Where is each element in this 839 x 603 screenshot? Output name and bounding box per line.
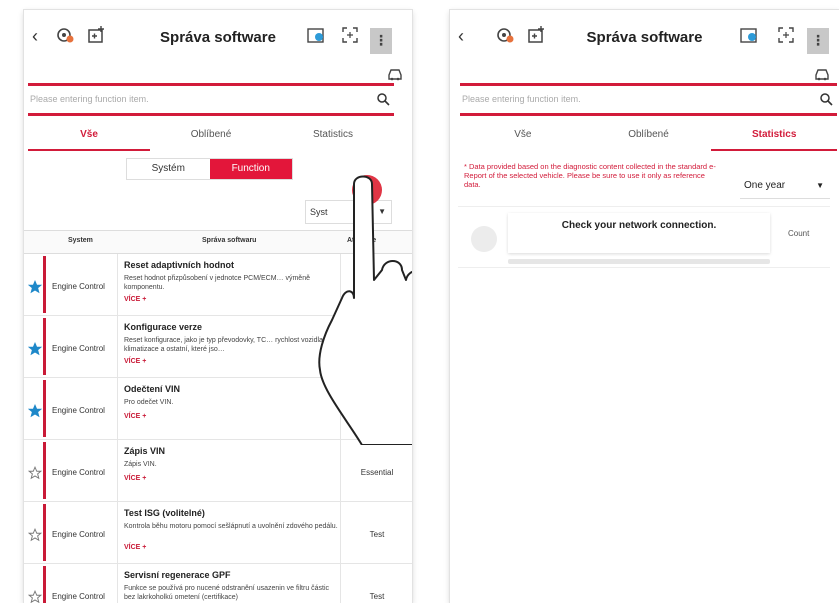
info-card-icon[interactable] — [738, 24, 760, 46]
row-function-name: Test ISG (volitelné) — [124, 508, 205, 518]
star-icon[interactable] — [28, 342, 42, 356]
row-accent-bar — [43, 566, 46, 603]
row-description: Zápis VIN. — [124, 461, 157, 468]
time-range-value: One year — [744, 180, 786, 191]
row-system: Engine Control — [52, 344, 105, 353]
tab-statistics[interactable]: Statistics — [272, 125, 394, 151]
row-system: Engine Control — [52, 406, 105, 415]
more-link[interactable]: VÍCE + — [124, 358, 146, 365]
row-accent-bar — [43, 380, 46, 437]
view-toggle: Systém Function — [126, 158, 293, 180]
star-icon[interactable] — [28, 404, 42, 418]
tab-bar: Vše Oblíbené Statistics — [28, 125, 394, 151]
row-accent-bar — [43, 504, 46, 561]
row-system: Engine Control — [52, 530, 105, 539]
network-message-box: Check your network connection. — [508, 213, 770, 253]
table-row[interactable]: Engine Control Test ISG (volitelné) Kontro… — [24, 502, 412, 564]
search-input[interactable]: Please entering function item. — [462, 94, 581, 104]
row-function-name: Konfigurace verze — [124, 322, 203, 332]
divider — [117, 502, 118, 563]
divider — [117, 440, 118, 501]
car-icon[interactable] — [813, 66, 831, 82]
tab-all[interactable]: Vše — [460, 125, 586, 151]
placeholder-avatar — [471, 226, 497, 252]
more-link[interactable]: VÍCE + — [124, 413, 146, 420]
more-icon[interactable]: ⋮ — [807, 28, 829, 54]
network-error-message: Check your network connection. — [561, 220, 717, 231]
row-attribute: Test — [369, 530, 385, 539]
more-icon[interactable]: ⋮ — [370, 28, 392, 54]
search-input[interactable]: Please entering function item. — [30, 94, 149, 104]
info-card-icon[interactable] — [305, 24, 327, 46]
row-system: Engine Control — [52, 592, 105, 601]
table-row[interactable]: Engine Control Zápis VIN Zápis VIN. VÍCE + E… — [24, 440, 412, 502]
column-system[interactable]: System — [68, 237, 93, 244]
tab-favorites[interactable]: Oblíbené — [150, 125, 272, 151]
count-label: Count — [788, 229, 810, 238]
statistics-card: Check your network connection. Count — [458, 206, 830, 268]
hand-pointer-icon — [318, 175, 412, 445]
row-accent-bar — [43, 318, 46, 375]
search-bar[interactable]: Please entering function item. — [28, 83, 394, 116]
more-link[interactable]: VÍCE + — [124, 296, 146, 303]
tab-statistics[interactable]: Statistics — [711, 125, 838, 151]
divider — [340, 502, 341, 563]
divider — [117, 254, 118, 315]
tab-favorites[interactable]: Oblíbené — [586, 125, 712, 151]
row-function-name: Zápis VIN — [124, 446, 166, 456]
row-function-name: Servisní regenerace GPF — [124, 570, 231, 580]
star-icon[interactable] — [28, 590, 42, 603]
chevron-down-icon: ▼ — [816, 181, 824, 190]
column-software[interactable]: Správa softwaru — [202, 237, 256, 244]
row-description: Kontrola běhu motoru pomocí sešlápnutí a… — [124, 523, 338, 530]
time-range-dropdown[interactable]: One year ▼ — [740, 173, 830, 199]
divider — [117, 564, 118, 603]
screenshot-icon[interactable] — [775, 24, 797, 46]
row-description: Funkce se používá pro nucené odstranění … — [124, 585, 330, 601]
row-function-name: Reset adaptivních hodnot — [124, 260, 235, 270]
star-icon[interactable] — [28, 466, 42, 480]
toggle-system[interactable]: Systém — [127, 159, 210, 179]
row-system: Engine Control — [52, 282, 105, 291]
tab-bar: Vše Oblíbené Statistics — [460, 125, 838, 151]
tab-all[interactable]: Vše — [28, 125, 150, 151]
divider — [340, 440, 341, 501]
row-system: Engine Control — [52, 468, 105, 477]
divider — [117, 316, 118, 377]
search-bar[interactable]: Please entering function item. — [460, 83, 837, 116]
divider — [117, 378, 118, 439]
more-link[interactable]: VÍCE + — [124, 544, 146, 551]
car-icon[interactable] — [386, 66, 404, 82]
search-icon[interactable] — [819, 92, 833, 106]
app-bar: ‹ Správa software ⋮ — [450, 10, 839, 66]
search-icon[interactable] — [376, 92, 390, 106]
star-icon[interactable] — [28, 280, 42, 294]
row-accent-bar — [43, 256, 46, 313]
left-screen: ‹ Správa software ⋮ Please entering func… — [24, 10, 412, 603]
row-attribute: Test — [369, 592, 385, 601]
toggle-function[interactable]: Function — [209, 159, 292, 179]
right-screen: ‹ Správa software ⋮ Please entering func… — [450, 10, 839, 603]
star-icon[interactable] — [28, 528, 42, 542]
row-function-name: Odečtení VIN — [124, 384, 181, 394]
row-attribute: Essential — [360, 468, 394, 477]
horizontal-scrollbar[interactable] — [508, 259, 770, 264]
statistics-notice: * Data provided based on the diagnostic … — [464, 162, 716, 189]
screenshot-icon[interactable] — [339, 24, 361, 46]
table-row[interactable]: Engine Control Servisní regenerace GPF Fun… — [24, 564, 412, 603]
app-bar: ‹ Správa software ⋮ — [24, 10, 412, 66]
more-link[interactable]: VÍCE + — [124, 475, 146, 482]
row-accent-bar — [43, 442, 46, 499]
